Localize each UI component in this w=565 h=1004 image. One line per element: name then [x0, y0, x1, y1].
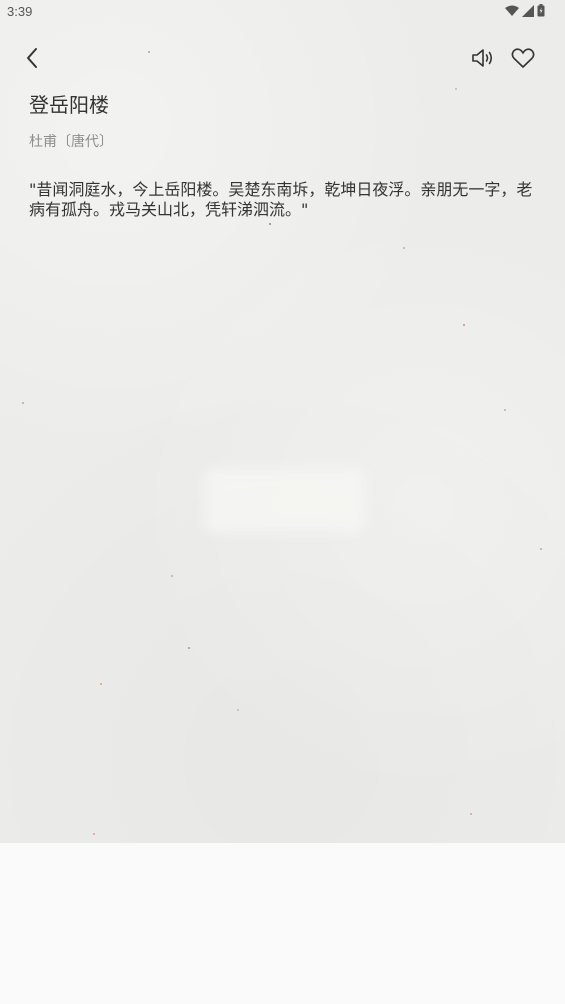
- paper-speck: [237, 709, 239, 711]
- status-icons: [505, 4, 545, 17]
- paper-speck: [470, 813, 472, 815]
- paper-speck: [463, 324, 465, 326]
- chevron-left-icon: [25, 47, 39, 73]
- battery-icon: [537, 4, 545, 17]
- paper-speck: [540, 548, 542, 550]
- read-aloud-button[interactable]: [466, 42, 502, 78]
- paper-speck: [148, 51, 150, 53]
- paper-speck: [269, 223, 271, 225]
- back-button[interactable]: [14, 42, 50, 78]
- paper-background: [0, 0, 565, 843]
- poem-title: 登岳阳楼: [29, 93, 109, 117]
- paper-speck: [22, 402, 24, 404]
- status-bar: 3:39: [0, 0, 565, 24]
- heart-outline-icon: [511, 47, 535, 73]
- paper-speck: [455, 88, 457, 90]
- paper-speck: [403, 247, 405, 249]
- speaker-icon: [471, 47, 497, 73]
- poem-author: 杜甫〔唐代〕: [29, 134, 113, 150]
- cellular-signal-icon: [522, 4, 534, 17]
- paper-speck: [93, 833, 95, 835]
- poem-content: "昔闻洞庭水，今上岳阳楼。吴楚东南坼，乾坤日夜浮。亲朋无一字，老病有孤舟。戎马关…: [29, 180, 533, 219]
- bottom-blank-area: [0, 843, 565, 1004]
- paper-speck: [100, 683, 102, 685]
- paper-speck: [188, 647, 190, 649]
- paper-blur-patch: [205, 468, 365, 533]
- status-time: 3:39: [7, 4, 33, 19]
- paper-speck: [171, 575, 173, 577]
- wifi-icon: [505, 5, 519, 17]
- favorite-button[interactable]: [505, 42, 541, 78]
- paper-speck: [504, 409, 506, 411]
